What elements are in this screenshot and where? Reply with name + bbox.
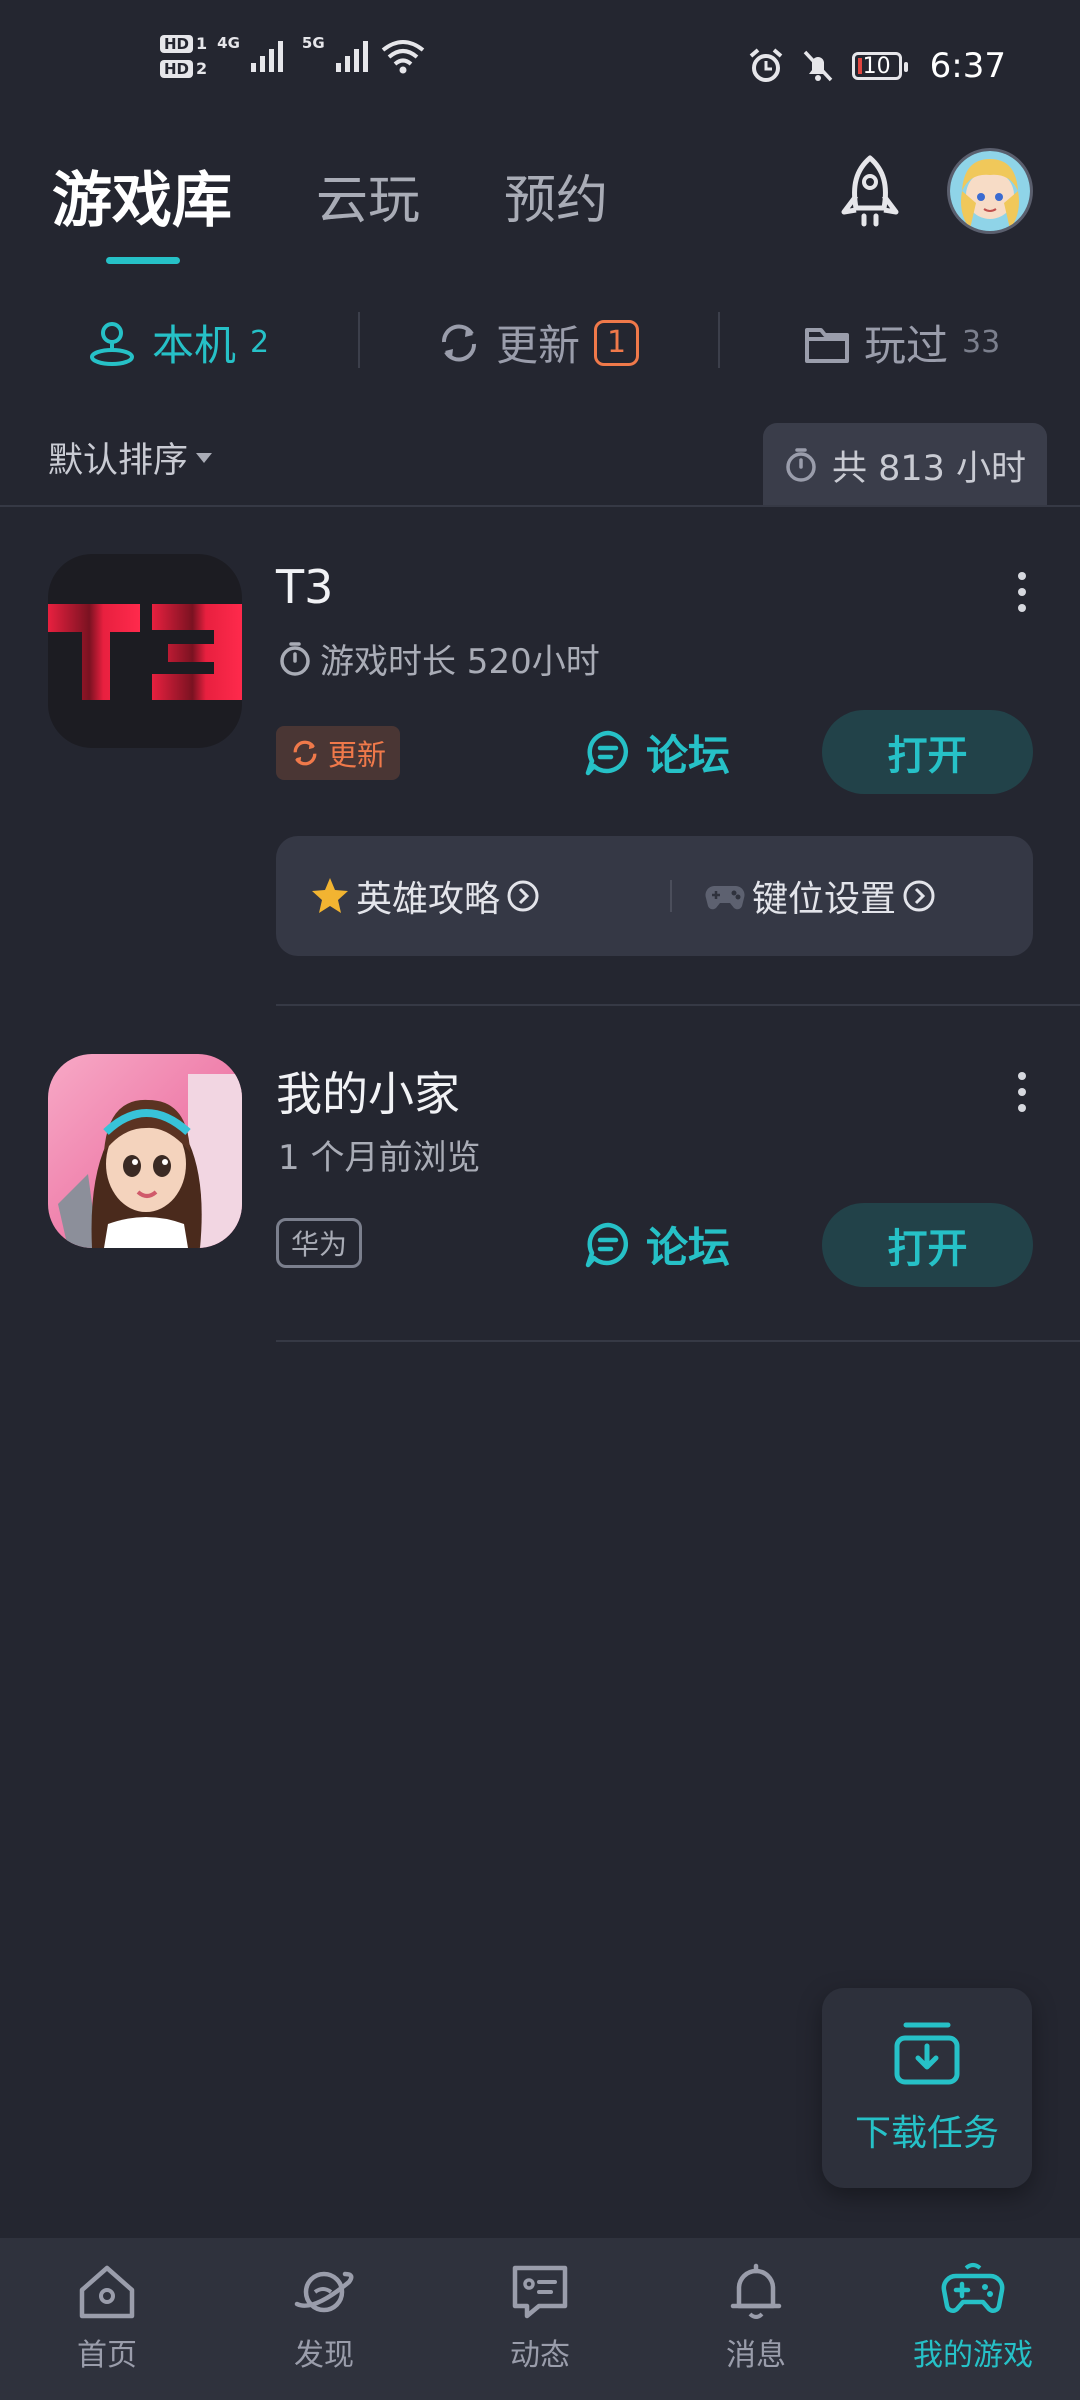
sort-label: 默认排序 <box>48 441 189 481</box>
chat-card-icon <box>512 2265 568 2319</box>
forum-label: 论坛 <box>646 731 731 780</box>
network-indicators: HD 1 HD 2 4G 5G <box>160 34 425 78</box>
update-label: 更新 <box>328 738 387 772</box>
timer-icon <box>280 641 310 676</box>
hd-badge-2: HD <box>160 59 194 78</box>
nav-discover[interactable]: 发现 <box>249 2262 399 2374</box>
update-badge[interactable]: 更新 <box>276 726 401 780</box>
more-options-icon[interactable] <box>1012 1072 1032 1112</box>
sub-tab-count: 33 <box>962 325 1001 360</box>
wifi-icon <box>381 40 424 74</box>
network-5g-label: 5G <box>301 34 325 52</box>
caret-down-icon <box>196 452 213 463</box>
open-button[interactable]: 打开 <box>822 710 1033 794</box>
divider <box>718 312 720 368</box>
status-right: 10 6:37 <box>748 46 1006 86</box>
nav-my-games[interactable]: 我的游戏 <box>898 2262 1048 2374</box>
total-time-label: 共 813 小时 <box>831 448 1027 489</box>
timer-icon <box>786 448 816 482</box>
network-4g-label: 4G <box>217 34 240 52</box>
sort-dropdown[interactable]: 默认排序 <box>48 432 213 483</box>
t3-app-icon[interactable] <box>48 554 242 748</box>
playtime-label: 游戏时长 520小时 <box>320 642 600 682</box>
divider <box>670 880 672 912</box>
my-home-app-icon[interactable] <box>48 1054 242 1248</box>
sub-tab-played[interactable]: 玩过 33 <box>804 312 1000 373</box>
nav-messages[interactable]: 消息 <box>681 2262 831 2374</box>
hd-indicators: HD 1 HD 2 <box>160 34 207 78</box>
nav-home[interactable]: 首页 <box>32 2262 182 2374</box>
refresh-icon <box>293 740 317 766</box>
forum-button[interactable]: 论坛 <box>584 722 730 783</box>
signal-icon <box>250 41 283 72</box>
row-divider <box>276 1004 1080 1006</box>
game-title: 我的小家 <box>276 1067 460 1121</box>
row-divider <box>276 1340 1080 1342</box>
signal-icon <box>335 41 368 72</box>
gamepad-icon <box>705 886 745 910</box>
sub-tab-local[interactable]: 本机 2 <box>86 312 269 373</box>
download-tasks-button[interactable]: 下载任务 <box>822 1988 1032 2188</box>
sub-tab-label: 玩过 <box>864 321 949 370</box>
last-browsed-label: 1 个月前浏览 <box>278 1138 481 1178</box>
divider <box>358 312 360 368</box>
forum-label: 论坛 <box>646 1223 731 1272</box>
key-settings-label: 键位设置 <box>752 879 897 920</box>
forum-chat-icon <box>585 730 629 775</box>
hero-guide-label: 英雄攻略 <box>356 879 501 920</box>
hd-badge-1: HD <box>160 34 194 53</box>
clock: 6:37 <box>929 46 1006 86</box>
alarm-icon <box>749 48 782 82</box>
sim-1-label: 1 <box>196 34 208 53</box>
download-tray-icon <box>894 2022 960 2085</box>
refresh-icon <box>441 323 477 362</box>
vendor-badge: 华为 <box>276 1218 363 1268</box>
rocket-icon[interactable] <box>830 152 910 232</box>
phone-user-icon <box>90 321 134 366</box>
nav-label: 我的游戏 <box>913 2338 1033 2373</box>
download-tasks-label: 下载任务 <box>854 2113 999 2154</box>
forum-button[interactable]: 论坛 <box>584 1214 730 1275</box>
more-options-icon[interactable] <box>1012 572 1032 612</box>
sim-2-label: 2 <box>196 59 208 78</box>
folder-icon <box>805 327 849 363</box>
nav-label: 消息 <box>726 2338 786 2373</box>
tab-game-library[interactable]: 游戏库 <box>52 152 232 239</box>
star-icon <box>312 878 348 913</box>
active-tab-indicator <box>106 257 180 264</box>
nav-feed[interactable]: 动态 <box>465 2262 615 2374</box>
sub-tab-update[interactable]: 更新 1 <box>436 312 640 373</box>
planet-icon <box>294 2271 354 2313</box>
update-count-badge: 1 <box>594 319 640 366</box>
tab-cloud-play[interactable]: 云玩 <box>316 158 420 233</box>
key-settings-link[interactable]: 键位设置 <box>704 870 936 922</box>
bell-icon <box>730 2263 782 2319</box>
forum-chat-icon <box>585 1222 629 1267</box>
chevron-right-circle-icon <box>903 880 935 912</box>
open-button[interactable]: 打开 <box>822 1203 1033 1287</box>
last-browsed: 1 个月前浏览 <box>278 1130 480 1179</box>
divider <box>0 505 1080 507</box>
game-title: T3 <box>276 560 334 614</box>
battery-indicator: 10 <box>851 52 908 80</box>
sub-tab-label: 本机 <box>152 321 237 370</box>
nav-label: 首页 <box>77 2338 137 2373</box>
mute-bell-icon <box>803 50 832 82</box>
sub-tab-count: 2 <box>250 325 270 360</box>
total-play-time: 共 813 小时 <box>763 423 1047 507</box>
gamepad-icon <box>941 2263 1005 2313</box>
nav-label: 发现 <box>294 2338 354 2373</box>
nav-label: 动态 <box>510 2338 570 2373</box>
sub-tab-label: 更新 <box>496 321 581 370</box>
home-icon <box>79 2265 135 2319</box>
user-avatar[interactable] <box>947 148 1033 234</box>
battery-level: 10 <box>862 53 891 79</box>
tab-reservation[interactable]: 预约 <box>504 158 608 233</box>
chevron-right-circle-icon <box>507 880 539 912</box>
game-playtime: 游戏时长 520小时 <box>278 634 600 683</box>
hero-guide-link[interactable]: 英雄攻略 <box>310 870 540 922</box>
